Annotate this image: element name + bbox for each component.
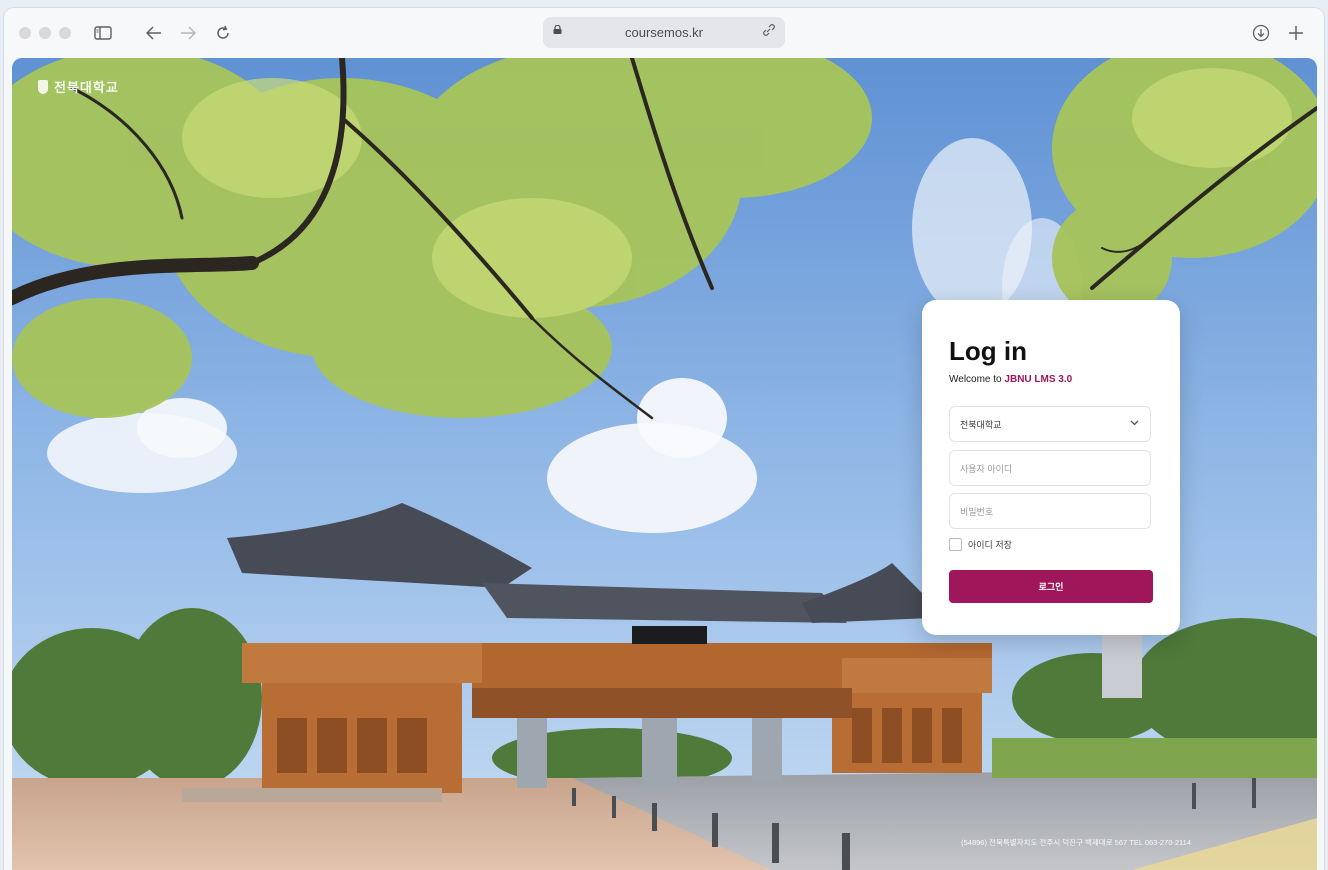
link-icon[interactable] bbox=[761, 24, 775, 38]
close-window-button[interactable] bbox=[19, 27, 31, 39]
welcome-prefix: Welcome to bbox=[949, 374, 1002, 385]
site-logo-text: 전북대학교 bbox=[54, 80, 119, 95]
footer-address: (54896) 전북특별자치도 전주시 덕진구 백제대로 567 TEL 063… bbox=[961, 838, 1191, 847]
remember-id-option[interactable]: 아이디 저장 bbox=[949, 538, 1012, 551]
chevron-down-icon bbox=[1130, 420, 1139, 426]
plus-icon[interactable] bbox=[1286, 20, 1306, 46]
university-emblem-icon bbox=[38, 79, 48, 94]
remember-id-label: 아이디 저장 bbox=[968, 540, 1012, 550]
username-field[interactable]: 사용자 아이디 bbox=[949, 450, 1151, 486]
remember-id-checkbox[interactable] bbox=[949, 538, 962, 551]
forward-arrow-icon[interactable] bbox=[178, 20, 198, 46]
address-bar[interactable]: coursemos.kr bbox=[543, 17, 785, 48]
school-select-value: 전북대학교 bbox=[960, 419, 1002, 430]
zoom-window-button[interactable] bbox=[59, 27, 71, 39]
site-logo[interactable]: 전북대학교 bbox=[38, 77, 119, 96]
browser-toolbar: coursemos.kr bbox=[4, 8, 1324, 58]
lock-icon bbox=[553, 25, 562, 34]
login-button[interactable]: 로그인 bbox=[949, 570, 1153, 603]
page-viewport: 전북대학교 (54896) 전북특별자치도 전주시 덕진구 백제대로 567 T… bbox=[12, 58, 1317, 870]
password-placeholder: 비밀번호 bbox=[960, 506, 994, 517]
url-text: coursemos.kr bbox=[624, 25, 704, 40]
username-placeholder: 사용자 아이디 bbox=[960, 463, 1013, 474]
reload-icon[interactable] bbox=[213, 20, 233, 46]
login-card: Log in Welcome to JBNU LMS 3.0 전북대학교 사용자… bbox=[922, 300, 1180, 635]
school-select[interactable]: 전북대학교 bbox=[949, 406, 1151, 442]
password-field[interactable]: 비밀번호 bbox=[949, 493, 1151, 529]
download-icon[interactable] bbox=[1251, 20, 1271, 46]
sidebar-icon[interactable] bbox=[92, 20, 114, 46]
back-arrow-icon[interactable] bbox=[144, 20, 164, 46]
welcome-brand: JBNU LMS 3.0 bbox=[1004, 374, 1073, 385]
welcome-text: Welcome to JBNU LMS 3.0 bbox=[949, 374, 1072, 385]
login-title: Log in bbox=[949, 336, 1027, 366]
minimize-window-button[interactable] bbox=[39, 27, 51, 39]
browser-window: coursemos.kr 전북대학교 (54896) 전북특별자치도 전주시 덕… bbox=[4, 8, 1324, 870]
